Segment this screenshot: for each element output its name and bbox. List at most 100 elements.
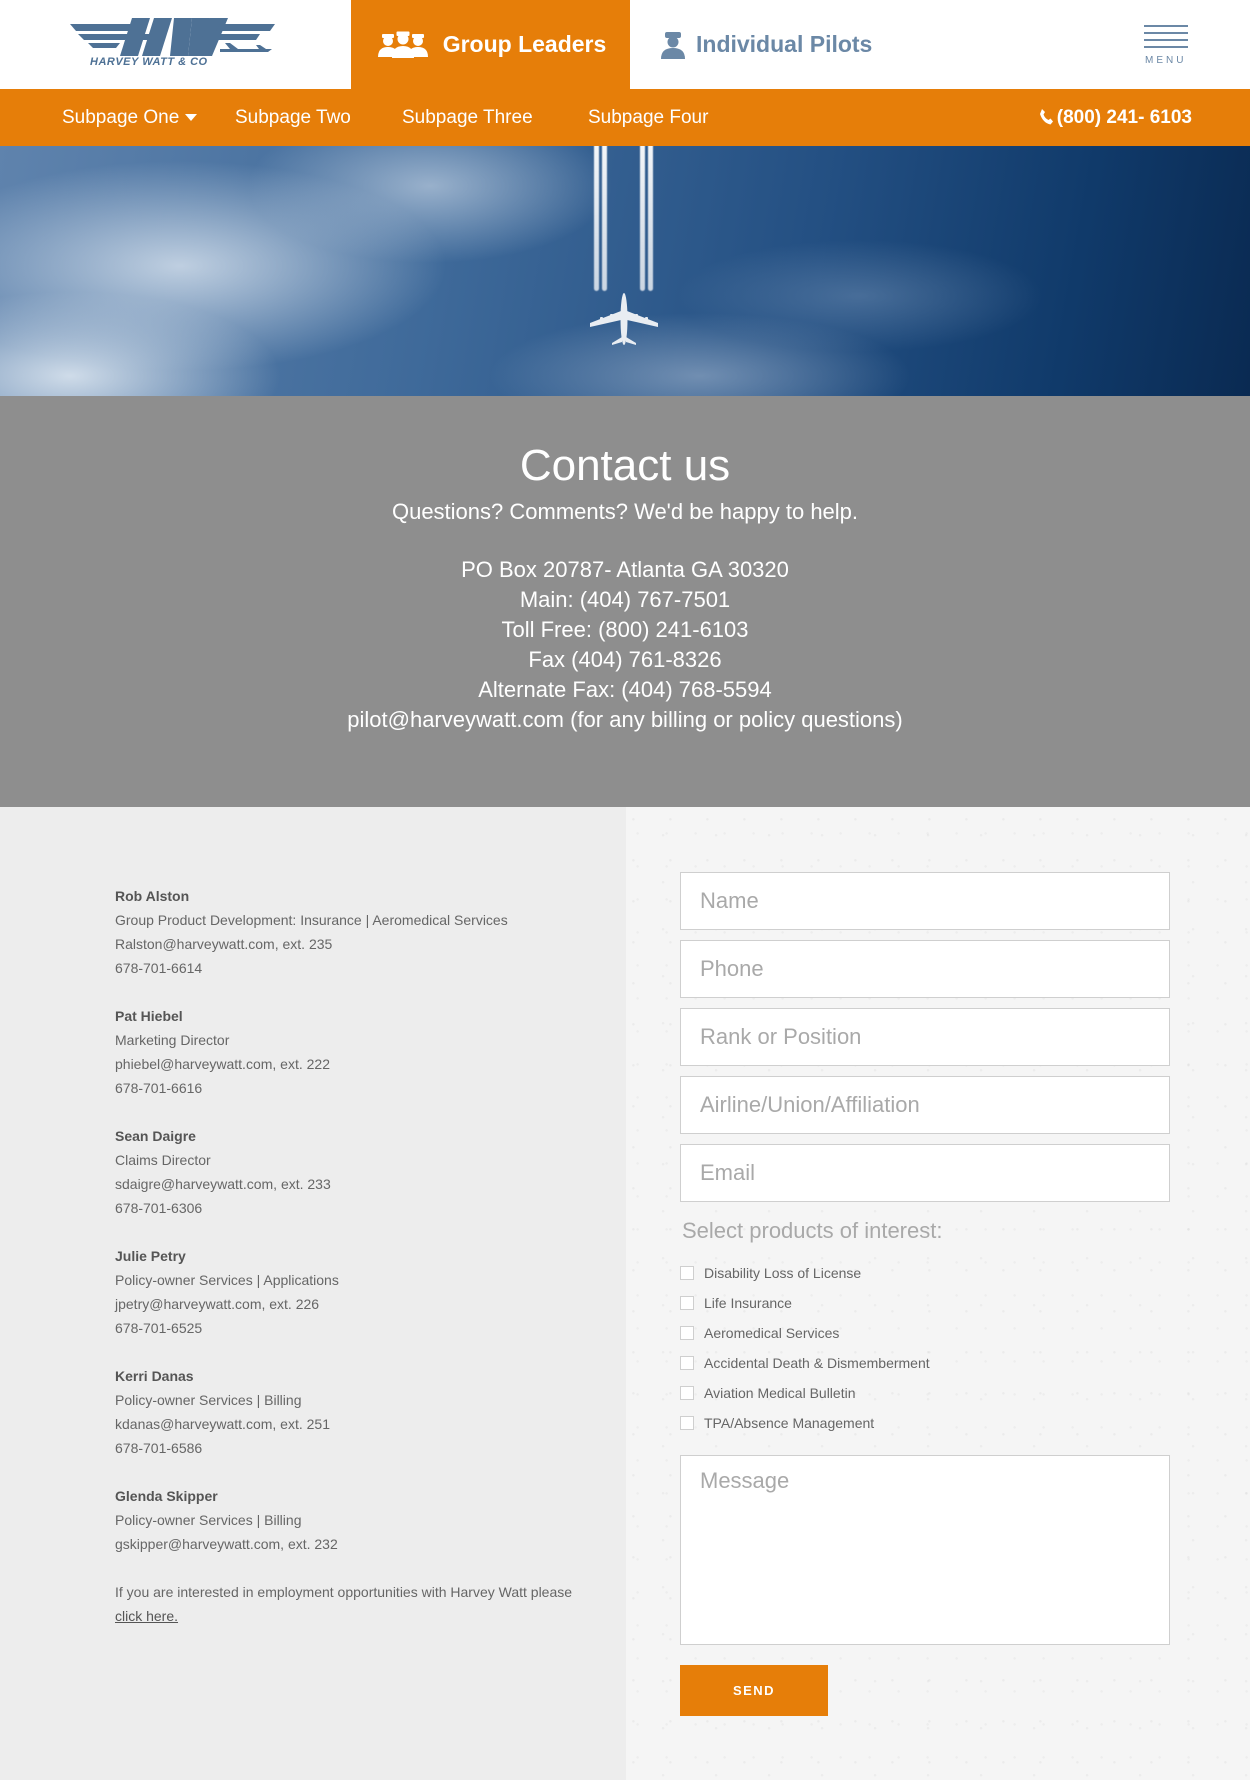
staff-role: Policy-owner Services | Billing	[115, 1392, 302, 1408]
subnav-item-subpage-one[interactable]: Subpage One	[62, 89, 198, 146]
staff-email[interactable]: jpetry@harveywatt.com, ext. 226	[115, 1292, 626, 1316]
hamburger-line-icon	[1144, 32, 1188, 34]
mailing-address: PO Box 20787- Atlanta GA 30320	[461, 557, 789, 582]
checkbox-label: Disability Loss of License	[704, 1265, 862, 1281]
staff-name: Kerri Danas	[115, 1368, 194, 1384]
main-phone[interactable]: Main: (404) 767-7501	[0, 585, 1250, 615]
staff-phone[interactable]: 678-701-6586	[115, 1436, 626, 1460]
product-checkbox-life-insurance[interactable]: Life Insurance	[680, 1288, 1250, 1318]
subnav-item-subpage-three[interactable]: Subpage Three	[402, 89, 533, 146]
staff-phone[interactable]: 678-701-6614	[115, 956, 626, 980]
subnav-item-subpage-two[interactable]: Subpage Two	[235, 89, 351, 146]
message-field[interactable]	[680, 1455, 1170, 1645]
toll-free-phone[interactable]: Toll Free: (800) 241-6103	[0, 615, 1250, 645]
airplane-icon	[590, 293, 658, 345]
staff-email[interactable]: sdaigre@harveywatt.com, ext. 233	[115, 1172, 626, 1196]
staff-role: Marketing Director	[115, 1032, 230, 1048]
product-checkbox-medical-bulletin[interactable]: Aviation Medical Bulletin	[680, 1378, 1250, 1408]
subnav-item-label: Subpage One	[62, 107, 180, 128]
staff-role: Claims Director	[115, 1152, 211, 1168]
staff-email[interactable]: Ralston@harveywatt.com, ext. 235	[115, 932, 626, 956]
billing-email[interactable]: pilot@harveywatt.com (for any billing or…	[0, 705, 1250, 735]
staff-entry: Julie Petry Policy-owner Services | Appl…	[115, 1244, 626, 1340]
staff-email[interactable]: phiebel@harveywatt.com, ext. 222	[115, 1052, 626, 1076]
hamburger-line-icon	[1144, 39, 1188, 41]
contact-form: Select products of interest: Disability …	[626, 807, 1250, 1780]
product-checkbox-disability[interactable]: Disability Loss of License	[680, 1258, 1250, 1288]
subnav-item-subpage-four[interactable]: Subpage Four	[588, 89, 708, 146]
staff-role: Policy-owner Services | Applications	[115, 1272, 339, 1288]
employment-link[interactable]: click here.	[115, 1608, 178, 1624]
tab-individual-pilots[interactable]: Individual Pilots	[660, 0, 872, 89]
staff-name: Glenda Skipper	[115, 1488, 218, 1504]
checkbox[interactable]	[680, 1416, 694, 1430]
checkbox[interactable]	[680, 1356, 694, 1370]
pilot-icon	[661, 31, 685, 59]
page-subtitle: Questions? Comments? We'd be happy to he…	[391, 499, 859, 524]
staff-name: Sean Daigre	[115, 1128, 196, 1144]
name-field[interactable]	[680, 872, 1170, 930]
group-pilots-icon	[377, 31, 428, 58]
staff-phone[interactable]: 678-701-6306	[115, 1196, 626, 1220]
staff-phone[interactable]: 678-701-6525	[115, 1316, 626, 1340]
page-title: Contact us	[519, 441, 731, 490]
checkbox-label: Life Insurance	[704, 1295, 792, 1311]
product-checkbox-aeromedical[interactable]: Aeromedical Services	[680, 1318, 1250, 1348]
phone-icon	[1039, 109, 1053, 125]
header-phone-number: (800) 241- 6103	[1056, 107, 1192, 128]
staff-role: Policy-owner Services | Billing	[115, 1512, 302, 1528]
staff-email[interactable]: gskipper@harveywatt.com, ext. 232	[115, 1532, 626, 1556]
contrail	[602, 146, 607, 291]
products-title: Select products of interest:	[682, 1218, 943, 1243]
staff-entry: Pat Hiebel Marketing Director phiebel@ha…	[115, 1004, 626, 1100]
checkbox-label: Aviation Medical Bulletin	[704, 1385, 856, 1401]
hamburger-line-icon	[1144, 46, 1188, 48]
menu-button[interactable]: MENU	[1144, 25, 1190, 69]
hamburger-line-icon	[1144, 25, 1188, 27]
contrail	[648, 146, 653, 291]
checkbox[interactable]	[680, 1266, 694, 1280]
employment-text: If you are interested in employment oppo…	[115, 1584, 573, 1600]
staff-name: Pat Hiebel	[115, 1008, 183, 1024]
employment-note: If you are interested in employment oppo…	[115, 1580, 585, 1628]
staff-role: Group Product Development: Insurance | A…	[115, 912, 508, 928]
staff-entry: Kerri Danas Policy-owner Services | Bill…	[115, 1364, 626, 1460]
tab-group-leaders[interactable]: Group Leaders	[351, 0, 630, 89]
staff-entry: Glenda Skipper Policy-owner Services | B…	[115, 1484, 626, 1556]
product-checkbox-tpa[interactable]: TPA/Absence Management	[680, 1408, 1250, 1438]
product-checkbox-add[interactable]: Accidental Death & Dismemberment	[680, 1348, 1250, 1378]
staff-entry: Sean Daigre Claims Director sdaigre@harv…	[115, 1124, 626, 1220]
contact-intro: Contact us Questions? Comments? We'd be …	[0, 396, 1250, 807]
fax-number: Fax (404) 761-8326	[528, 647, 722, 672]
caret-down-icon	[185, 114, 198, 122]
staff-email[interactable]: kdanas@harveywatt.com, ext. 251	[115, 1412, 626, 1436]
staff-name: Rob Alston	[115, 888, 190, 904]
checkbox-label: Accidental Death & Dismemberment	[704, 1355, 930, 1371]
logo-text: HARVEY WATT & CO	[90, 56, 208, 68]
contact-details: PO Box 20787- Atlanta GA 30320 Main: (40…	[0, 555, 1250, 735]
contrail	[594, 146, 599, 291]
checkbox-label: Aeromedical Services	[704, 1325, 840, 1341]
airline-affiliation-field[interactable]	[680, 1076, 1170, 1134]
header-phone-link[interactable]: (800) 241- 6103	[1039, 89, 1192, 146]
staff-directory: Rob Alston Group Product Development: In…	[0, 807, 626, 1780]
send-button[interactable]: SEND	[680, 1665, 828, 1716]
tab-individual-pilots-label: Individual Pilots	[696, 31, 873, 57]
top-header: HARVEY WATT & CO Group Leaders Individua…	[0, 0, 1250, 89]
checkbox[interactable]	[680, 1326, 694, 1340]
staff-phone[interactable]: 678-701-6616	[115, 1076, 626, 1100]
checkbox-label: TPA/Absence Management	[704, 1415, 875, 1431]
checkbox[interactable]	[680, 1386, 694, 1400]
contact-main: Rob Alston Group Product Development: In…	[0, 807, 1250, 1780]
phone-field[interactable]	[680, 940, 1170, 998]
staff-entry: Rob Alston Group Product Development: In…	[115, 884, 626, 980]
rank-position-field[interactable]	[680, 1008, 1170, 1066]
email-field[interactable]	[680, 1144, 1170, 1202]
alternate-fax-number: Alternate Fax: (404) 768-5594	[478, 677, 772, 702]
staff-name: Julie Petry	[115, 1248, 186, 1264]
subnav-item-label: Subpage Three	[402, 107, 533, 128]
subnav-item-label: Subpage Four	[588, 107, 709, 128]
harvey-watt-logo[interactable]: HARVEY WATT & CO	[70, 18, 275, 73]
sub-navigation: Subpage One Subpage Two Subpage Three Su…	[0, 89, 1250, 146]
checkbox[interactable]	[680, 1296, 694, 1310]
